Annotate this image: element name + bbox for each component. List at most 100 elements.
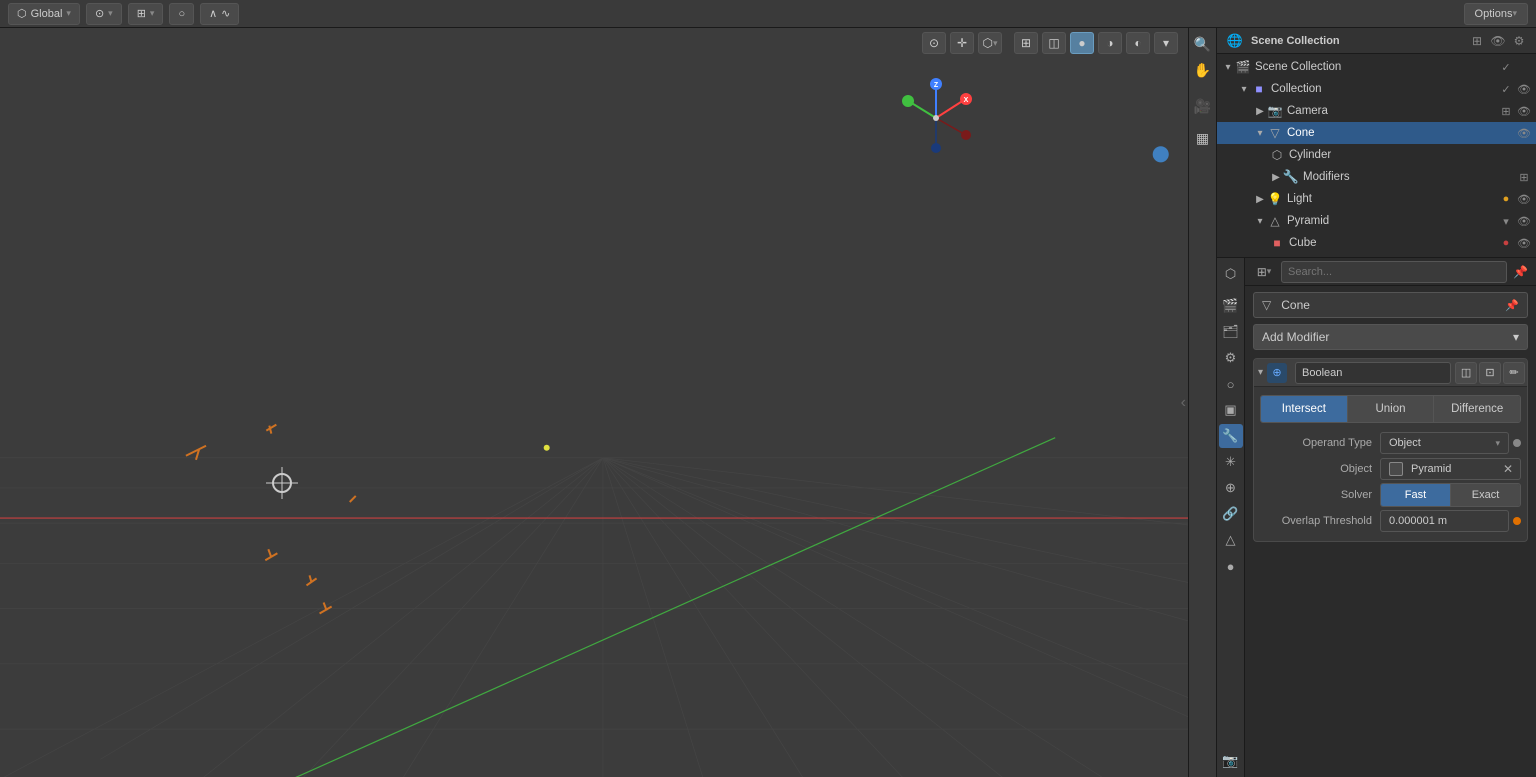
outliner-title: Scene Collection (1251, 35, 1340, 47)
transform-gizmos[interactable]: ∧ ∿ (200, 3, 239, 25)
light-icon: 💡 (1267, 191, 1283, 207)
solver-fast-label: Fast (1405, 489, 1426, 501)
outliner-item-camera[interactable]: ▶ 📷 Camera ⊞ 👁 (1217, 100, 1536, 122)
cone-eye-btn[interactable]: 👁 (1516, 125, 1532, 141)
solid-shading-btn[interactable]: ● (1070, 32, 1094, 54)
maximize-area-btn[interactable]: ⊞ (1014, 32, 1038, 54)
particles-btn[interactable]: ✳ (1219, 450, 1243, 474)
maximize-icon: ⊞ (1021, 36, 1031, 50)
collection-visibility-check[interactable]: ✓ (1498, 81, 1514, 97)
material-shading-btn[interactable]: ◑ (1098, 32, 1122, 54)
viewport-overlays-btn[interactable]: ⊙ (922, 32, 946, 54)
add-modifier-btn[interactable]: Add Modifier ▾ (1253, 324, 1528, 350)
outliner-item-cube[interactable]: ■ Cube ● 👁 (1217, 232, 1536, 254)
solid-icon: ● (1078, 36, 1085, 50)
overlay-icon: ⊙ (929, 36, 939, 50)
modifiers-options[interactable]: ⊞ (1516, 169, 1532, 185)
hide-panel-arrow[interactable]: ‹ (1181, 394, 1186, 412)
solver-row: Solver Fast Exact (1260, 483, 1521, 507)
outliner-filter-btn[interactable]: ⊞ (1468, 32, 1486, 50)
object-field-value[interactable]: Pyramid ✕ (1380, 458, 1521, 480)
constraints-btn[interactable]: 🔗 (1219, 502, 1243, 526)
cube-eye-btn[interactable]: 👁 (1516, 235, 1532, 251)
pyramid-eye-btn[interactable]: 👁 (1516, 213, 1532, 229)
options-button[interactable]: Options ▾ (1464, 3, 1528, 25)
difference-btn[interactable]: Difference (1434, 396, 1520, 422)
operand-type-value[interactable]: Object ▾ (1380, 432, 1509, 454)
camera-eye-btn[interactable]: 👁 (1516, 103, 1532, 119)
camera-btn[interactable]: 🎥 (1191, 94, 1215, 118)
light-type-icon[interactable]: ● (1498, 191, 1514, 207)
modifier-expand-arrow[interactable]: ▾ (1258, 367, 1263, 378)
snap-settings[interactable]: ⊞ ▾ (128, 3, 164, 25)
pyramid-label: Pyramid (1287, 215, 1498, 227)
outliner-item-light[interactable]: ▶ 💡 Light ● 👁 (1217, 188, 1536, 210)
grid-btn[interactable]: ▦ (1191, 126, 1215, 150)
union-btn[interactable]: Union (1348, 396, 1435, 422)
solver-fast-btn[interactable]: Fast (1381, 484, 1451, 506)
collection-right: ✓ 👁 (1498, 81, 1532, 97)
scene-collection-visibility[interactable]: ✓ (1498, 59, 1514, 75)
collection-eye-btn[interactable]: 👁 (1516, 81, 1532, 97)
properties-sidebar: ⬡ 🎬 🗂 ⚙ ○ ▣ 🔧 ✳ ⊕ 🔗 △ ● 📷 (1217, 258, 1245, 777)
proportional-dropdown-icon: ▾ (108, 8, 113, 19)
outliner-item-modifiers[interactable]: ▶ 🔧 Modifiers ⊞ (1217, 166, 1536, 188)
intersect-btn[interactable]: Intersect (1261, 396, 1348, 422)
modifier-props-btn[interactable]: 🔧 (1219, 424, 1243, 448)
object-props-btn[interactable]: ▣ (1219, 398, 1243, 422)
world-btn[interactable]: ○ (1219, 372, 1243, 396)
scene-btn[interactable]: ⚙ (1219, 346, 1243, 370)
outliner-item-cylinder[interactable]: ⬡ Cylinder (1217, 144, 1536, 166)
render-btn[interactable]: 📷 (1219, 749, 1243, 773)
light-eye-btn[interactable]: 👁 (1516, 191, 1532, 207)
view-layer-btn[interactable]: 🗂 (1219, 320, 1243, 344)
outliner-item-pyramid[interactable]: ▾ △ Pyramid ▾ 👁 (1217, 210, 1536, 232)
outliner-header-right: ⊞ 👁 ⚙ (1468, 32, 1528, 50)
camera-options-btn[interactable]: ⊞ (1498, 103, 1514, 119)
properties-search[interactable] (1281, 261, 1507, 283)
modifiers-right: ⊞ (1516, 169, 1532, 185)
proportional-size[interactable]: ○ (169, 3, 194, 25)
solver-exact-btn[interactable]: Exact (1451, 484, 1520, 506)
viewport-gizmo[interactable]: Z X (896, 78, 976, 158)
object-data-btn[interactable]: △ (1219, 528, 1243, 552)
viewport[interactable]: ⊙ ✛ ⬡ ▾ ⊞ ◫ ● ◑ ◐ (0, 28, 1216, 777)
light-right: ● 👁 (1498, 191, 1532, 207)
modifier-edit-btn[interactable]: ✏ (1503, 362, 1525, 384)
light-label: Light (1287, 193, 1498, 205)
modifier-viewport-btn[interactable]: ⊡ (1479, 362, 1501, 384)
outliner-item-collection[interactable]: ▾ ■ Collection ✓ 👁 (1217, 78, 1536, 100)
modifier-name-field[interactable] (1295, 362, 1451, 384)
outliner-eye-filter[interactable]: 👁 (1489, 32, 1507, 50)
rendered-shading-btn[interactable]: ◐ (1126, 32, 1150, 54)
outliner-settings-filter[interactable]: ⚙ (1510, 32, 1528, 50)
cone-label: Cone (1287, 127, 1516, 139)
viewport-shading-dropdown[interactable]: ⬡ ▾ (978, 32, 1002, 54)
gizmo-icon: ∧ (209, 7, 217, 20)
modifier-expand-more-btn[interactable]: ▾ (1527, 362, 1528, 384)
props-mode-dropdown[interactable]: ⊞ ▾ (1253, 261, 1275, 283)
shading-options-btn[interactable]: ▾ (1154, 32, 1178, 54)
material-btn[interactable]: ● (1219, 554, 1243, 578)
object-clear-btn[interactable]: ✕ (1500, 461, 1516, 477)
active-tool-btn[interactable]: ⬡ (1219, 262, 1243, 286)
viewport-canvas (0, 28, 1216, 777)
proportional-editing[interactable]: ⊙ ▾ (86, 3, 122, 25)
pan-btn[interactable]: ✋ (1191, 58, 1215, 82)
physics-btn[interactable]: ⊕ (1219, 476, 1243, 500)
scene-collection-hide-viewport[interactable] (1516, 59, 1532, 75)
viewport-gizmos-btn[interactable]: ✛ (950, 32, 974, 54)
modifier-render-btn[interactable]: ◫ (1455, 362, 1477, 384)
overlap-threshold-value[interactable]: 0.000001 m (1380, 510, 1509, 532)
transform-orientation[interactable]: ⬡ Global ▾ (8, 3, 80, 25)
scene-props-btn[interactable]: 🎬 (1219, 294, 1243, 318)
zoom-to-fit-btn[interactable]: 🔍 (1191, 32, 1215, 56)
modifiers-label: Modifiers (1303, 171, 1516, 183)
gizmo-svg: Z X (896, 78, 976, 158)
cone-right: 👁 (1516, 125, 1532, 141)
operand-type-dot (1513, 439, 1521, 447)
cube-right: ● 👁 (1498, 235, 1532, 251)
outliner-item-scene-collection[interactable]: ▾ 🎬 Scene Collection ✓ (1217, 56, 1536, 78)
wireframe-shading-btn[interactable]: ◫ (1042, 32, 1066, 54)
outliner-item-cone[interactable]: ▾ ▽ Cone 👁 (1217, 122, 1536, 144)
